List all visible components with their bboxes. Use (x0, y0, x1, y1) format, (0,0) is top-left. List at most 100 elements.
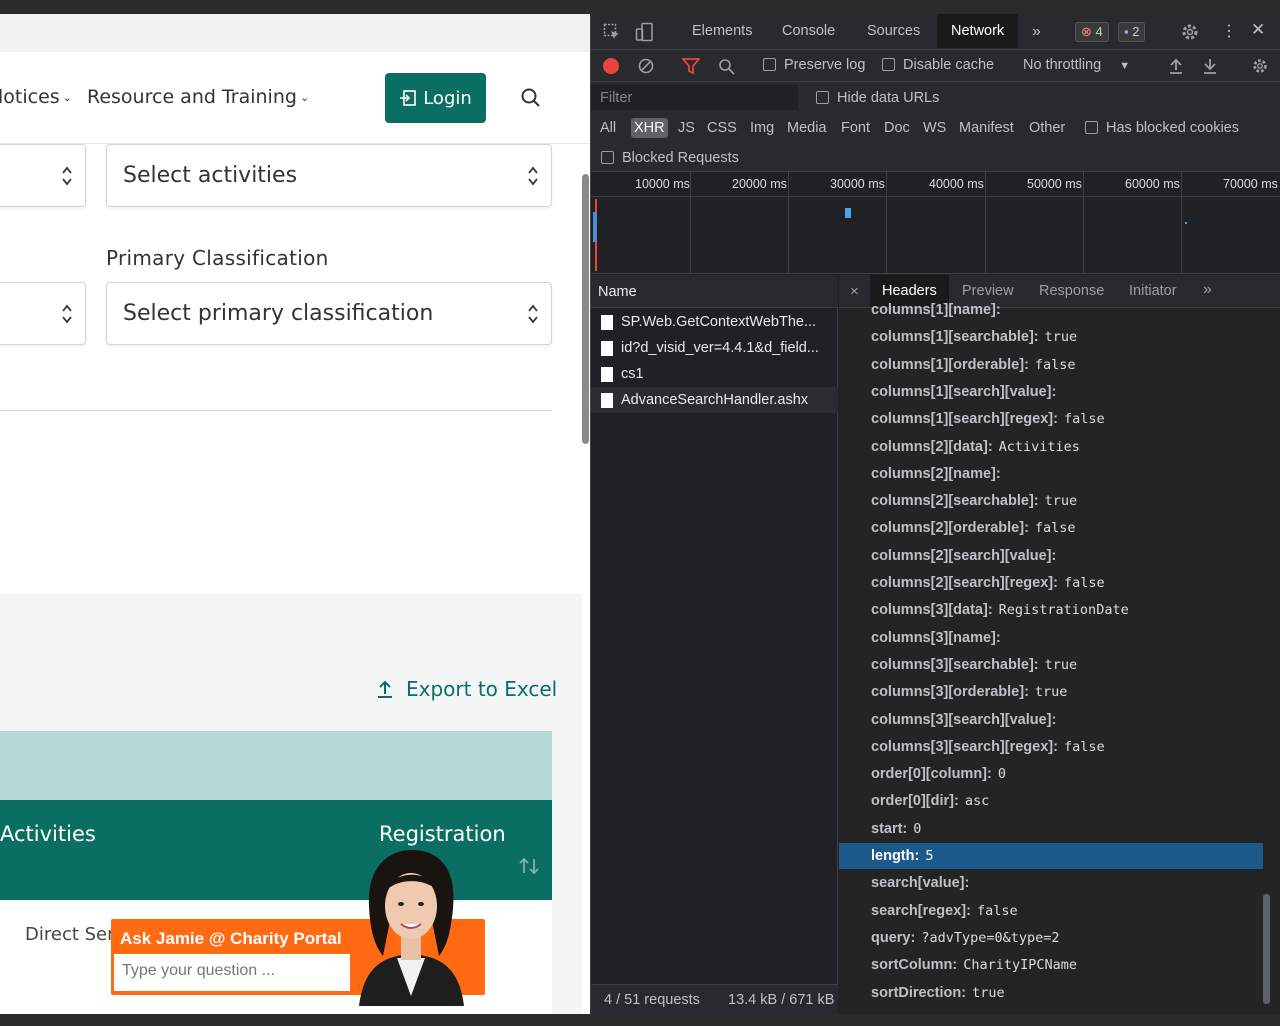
close-devtools-icon[interactable]: ✕ (1251, 20, 1265, 40)
hide-data-urls-checkbox[interactable]: Hide data URLs (816, 90, 939, 106)
blocked-requests-checkbox[interactable]: Blocked Requests (601, 150, 739, 166)
name-column-header[interactable]: Name (591, 275, 838, 308)
page-scrollbar[interactable] (582, 174, 589, 444)
param-row-selected[interactable]: length: 5 (839, 843, 1263, 869)
param-row[interactable]: columns[2][data]: Activities (839, 434, 1263, 460)
clear-icon[interactable] (638, 58, 654, 74)
has-blocked-cookies-checkbox[interactable]: Has blocked cookies (1085, 120, 1239, 136)
param-key: columns[2][searchable]: true (871, 493, 1078, 509)
message-count: 2 (1132, 24, 1140, 39)
header-registration[interactable]: Registration (379, 822, 506, 846)
type-manifest[interactable]: Manifest (959, 120, 1014, 136)
param-key: columns[2][search][regex]: false (871, 575, 1105, 591)
param-row[interactable]: columns[3][search][value]: (839, 707, 1263, 733)
type-all[interactable]: All (600, 120, 616, 136)
request-row[interactable]: cs1 (591, 361, 838, 387)
type-font[interactable]: Font (841, 120, 870, 136)
search-icon[interactable] (519, 87, 541, 109)
param-row[interactable]: columns[1][name]: (839, 297, 1263, 323)
kebab-menu-icon[interactable]: ⋮ (1221, 21, 1237, 41)
param-row[interactable]: columns[3][name]: (839, 625, 1263, 651)
param-row[interactable]: start: 0 (839, 816, 1263, 842)
throttling-select[interactable]: No throttling ▼ (1023, 57, 1130, 73)
settings-gear-icon[interactable] (1180, 22, 1200, 42)
network-settings-icon[interactable] (1251, 57, 1269, 75)
tab-network[interactable]: Network (937, 14, 1019, 48)
param-row[interactable]: sortDirection: true (839, 980, 1263, 1006)
param-row[interactable]: columns[3][data]: RegistrationDate (839, 597, 1263, 623)
filter-input[interactable]: Filter (591, 85, 798, 110)
param-row[interactable]: columns[2][name]: (839, 461, 1263, 487)
param-row[interactable]: columns[3][searchable]: true (839, 652, 1263, 678)
timeline-label: 20000 ms (732, 177, 787, 191)
disable-cache-checkbox[interactable]: Disable cache (882, 57, 994, 73)
left-select-1[interactable] (0, 144, 86, 207)
request-row[interactable]: id?d_visid_ver=4.4.1&d_field... (591, 335, 838, 361)
type-doc[interactable]: Doc (884, 120, 910, 136)
param-value: true (1044, 657, 1078, 673)
chat-input[interactable]: Type your question ... (114, 954, 350, 991)
param-row[interactable]: columns[1][orderable]: false (839, 352, 1263, 378)
param-value: asc (964, 793, 990, 809)
param-row[interactable]: columns[3][search][regex]: false (839, 734, 1263, 760)
type-js[interactable]: JS (678, 120, 695, 136)
classification-select[interactable]: Select primary classification (106, 282, 552, 345)
param-row[interactable]: columns[3][orderable]: true (839, 679, 1263, 705)
message-badge[interactable]: ▪ 2 (1118, 22, 1146, 42)
record-icon[interactable] (603, 58, 619, 74)
device-toolbar-icon[interactable] (635, 22, 655, 42)
param-row[interactable]: query: ?advType=0&type=2 (839, 925, 1263, 951)
request-row[interactable]: SP.Web.GetContextWebThe... (591, 309, 838, 335)
import-har-icon[interactable] (1168, 57, 1184, 75)
timeline-label: 70000 ms (1223, 177, 1278, 191)
left-select-2[interactable] (0, 282, 86, 345)
type-css[interactable]: CSS (707, 120, 737, 136)
param-row[interactable]: search[regex]: false (839, 898, 1263, 924)
filter-funnel-icon[interactable] (682, 58, 700, 75)
type-media[interactable]: Media (787, 120, 827, 136)
param-row[interactable]: columns[1][search][value]: (839, 379, 1263, 405)
param-value: true (972, 985, 1005, 1001)
param-row[interactable]: columns[2][searchable]: true (839, 488, 1263, 514)
checkbox-box (882, 58, 895, 71)
nav-notices[interactable]: lotices ⌄ (0, 86, 72, 108)
status-bar: 4 / 51 requests 13.4 kB / 671 kB (591, 984, 838, 1014)
tab-sources[interactable]: Sources (867, 23, 920, 39)
type-ws[interactable]: WS (923, 120, 946, 136)
activities-select[interactable]: Select activities (106, 144, 552, 207)
type-other[interactable]: Other (1029, 120, 1065, 136)
checkbox-box (816, 91, 829, 104)
param-row[interactable]: columns[2][search][value]: (839, 543, 1263, 569)
header-activities[interactable]: Activities (0, 822, 96, 846)
param-key: sortColumn: CharityIPCName (871, 957, 1077, 973)
detail-scrollbar[interactable] (1263, 894, 1270, 1004)
nav-resource-training[interactable]: Resource and Training ⌄ (87, 86, 309, 108)
param-row[interactable]: columns[2][search][regex]: false (839, 570, 1263, 596)
param-row[interactable]: columns[2][orderable]: false (839, 515, 1263, 541)
tab-elements[interactable]: Elements (692, 23, 752, 39)
type-img[interactable]: Img (750, 120, 774, 136)
tab-console[interactable]: Console (782, 23, 835, 39)
login-button[interactable]: Login (385, 73, 486, 123)
error-badge[interactable]: ⊗ 4 (1075, 22, 1109, 42)
inspect-element-icon[interactable] (603, 23, 621, 41)
param-row[interactable]: sortColumn: CharityIPCName (839, 952, 1263, 978)
preserve-log-checkbox[interactable]: Preserve log (763, 57, 865, 73)
more-tabs-icon[interactable]: » (1032, 23, 1041, 41)
param-row[interactable]: order[0][dir]: asc (839, 788, 1263, 814)
export-har-icon[interactable] (1202, 57, 1218, 75)
param-value: 0 (913, 821, 922, 837)
export-to-excel-link[interactable]: Export to Excel (376, 677, 557, 701)
network-overview-timeline[interactable]: 10000 ms 20000 ms 30000 ms 40000 ms 5000… (591, 172, 1280, 274)
select-arrows-icon (528, 166, 538, 186)
param-row[interactable]: search[value]: (839, 870, 1263, 896)
param-key: order[0][column]: 0 (871, 766, 1006, 782)
param-key: columns[3][orderable]: true (871, 684, 1068, 700)
type-xhr[interactable]: XHR (631, 118, 668, 138)
search-icon[interactable] (718, 58, 735, 75)
param-row[interactable]: columns[1][searchable]: true (839, 324, 1263, 350)
request-row-selected[interactable]: AdvanceSearchHandler.ashx (591, 387, 838, 413)
sort-icon[interactable] (517, 856, 541, 876)
param-row[interactable]: columns[1][search][regex]: false (839, 406, 1263, 432)
param-row[interactable]: order[0][column]: 0 (839, 761, 1263, 787)
